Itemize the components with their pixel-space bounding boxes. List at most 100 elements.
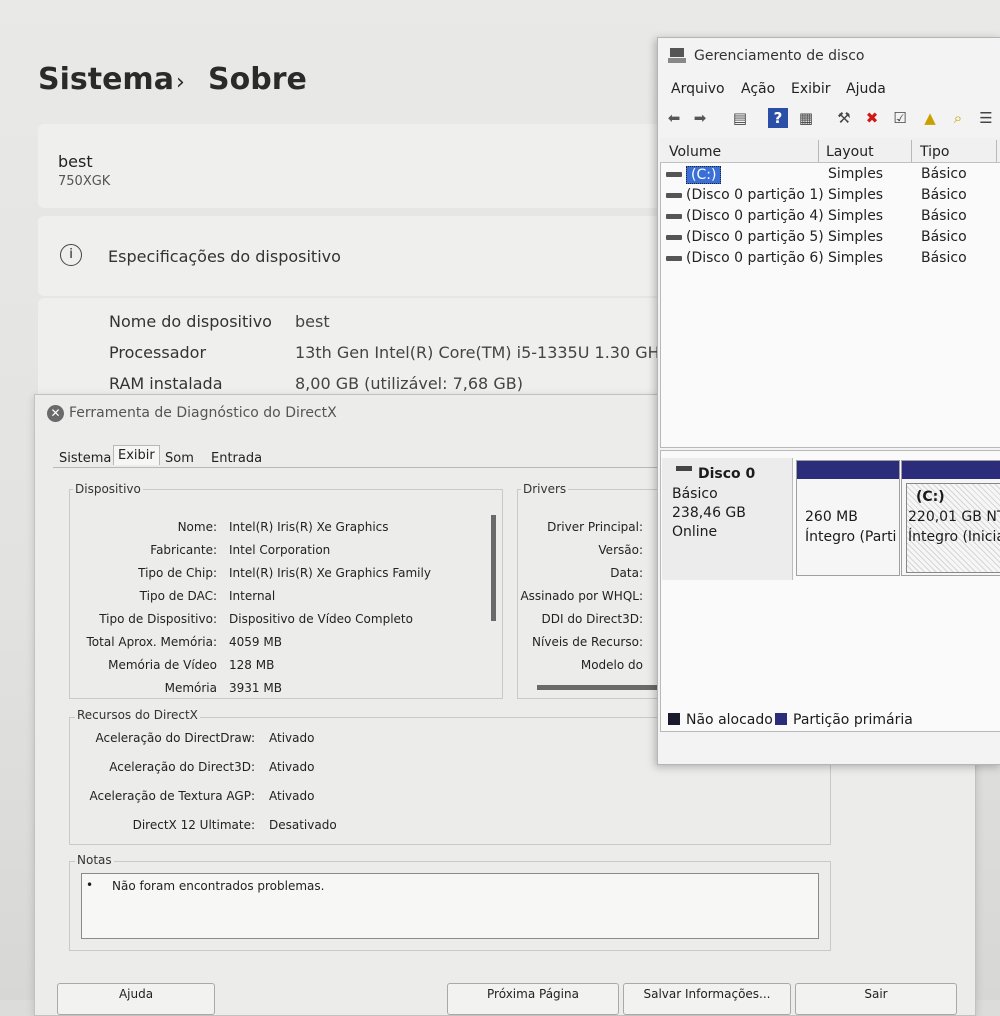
tab-entrada[interactable]: Entrada <box>207 449 266 468</box>
menu-arquivo[interactable]: Arquivo <box>671 81 725 97</box>
device-name-card: best 750XGK <box>38 124 678 208</box>
disk-type: Básico <box>672 486 718 502</box>
volume-name: (Disco 0 partição 5) <box>686 229 824 245</box>
menu-ajuda[interactable]: Ajuda <box>846 81 886 97</box>
partition-size: 220,01 GB NTI <box>908 509 1000 525</box>
volume-row[interactable]: (Disco 0 partição 1) Simples Básico <box>664 187 1000 207</box>
partition-block-c[interactable]: (C:) 220,01 GB NTI Íntegro (Inicial <box>901 460 1000 576</box>
search-folder-icon[interactable]: ⌕ <box>948 108 968 128</box>
page-title: Sobre <box>208 62 307 97</box>
directx-icon: ✕ <box>47 405 64 422</box>
feature-value: Ativado <box>269 731 315 745</box>
drive-icon <box>666 172 682 177</box>
partition-status: Íntegro (Inicial <box>908 529 1000 545</box>
partition-label: (C:) <box>916 489 945 505</box>
menu-acao[interactable]: Ação <box>741 81 775 97</box>
spec-label: RAM instalada <box>109 374 223 393</box>
volume-name: (Disco 0 partição 6) <box>686 250 824 266</box>
drive-icon <box>666 235 682 240</box>
drive-icon <box>666 214 682 219</box>
disk-name: Disco 0 <box>698 466 756 482</box>
volume-type: Básico <box>921 187 967 203</box>
info-icon: i <box>60 244 82 266</box>
disk-size: 238,46 GB <box>672 505 746 521</box>
device-value: Dispositivo de Vídeo Completo <box>229 612 413 626</box>
column-tipo[interactable]: Tipo <box>920 144 949 160</box>
spec-label: Nome do dispositivo <box>109 312 272 331</box>
drive-icon <box>666 193 682 198</box>
legend-unallocated-swatch <box>668 713 680 725</box>
notes-title: Notas <box>75 853 114 867</box>
driver-label: Driver Principal: <box>547 520 643 534</box>
spec-label: Processador <box>109 343 207 362</box>
feature-value: Desativado <box>269 818 337 832</box>
properties-icon[interactable]: ▤ <box>730 108 750 128</box>
disk-icon <box>676 466 692 471</box>
partition-size: 260 MB <box>805 509 858 525</box>
save-info-button[interactable]: Salvar Informações... <box>623 983 791 1015</box>
column-layout[interactable]: Layout <box>826 144 874 160</box>
partition-block[interactable]: 260 MB Íntegro (Parti <box>796 460 900 576</box>
feature-value: Ativado <box>269 760 315 774</box>
spec-value: best <box>295 312 330 331</box>
drivers-group-title: Drivers <box>521 482 569 496</box>
device-label: Fabricante: <box>150 543 217 557</box>
window-title: Ferramenta de Diagnóstico do DirectX <box>69 405 337 421</box>
device-value: 4059 MB <box>229 635 282 649</box>
legend-primary-label: Partição primária <box>793 712 913 728</box>
volume-row[interactable]: (Disco 0 partição 4) Simples Básico <box>664 208 1000 228</box>
column-divider[interactable] <box>818 140 819 162</box>
volume-layout: Simples <box>828 166 884 182</box>
delete-icon[interactable]: ✖ <box>862 108 882 128</box>
disk-management-icon <box>668 48 686 64</box>
volume-type: Básico <box>921 229 967 245</box>
breadcrumb-parent[interactable]: Sistema <box>38 62 174 97</box>
drive-icon <box>666 256 682 261</box>
volume-row[interactable]: (Disco 0 partição 5) Simples Básico <box>664 229 1000 249</box>
menu-exibir[interactable]: Exibir <box>791 81 831 97</box>
volume-layout: Simples <box>828 229 884 245</box>
breadcrumb-separator: › <box>176 70 185 95</box>
column-volume[interactable]: Volume <box>669 144 721 160</box>
driver-label: DDI do Direct3D: <box>541 612 643 626</box>
volume-name: (C:) <box>686 166 722 184</box>
disk-0-info[interactable]: Disco 0 Básico 238,46 GB Online <box>662 458 793 580</box>
view-icon[interactable]: ▦ <box>796 108 816 128</box>
drivers-scrollbar[interactable] <box>537 685 667 690</box>
help-icon[interactable]: ? <box>768 108 788 128</box>
device-value: Internal <box>229 589 276 603</box>
notes-textbox[interactable]: • Não foram encontrados problemas. <box>81 873 819 939</box>
column-divider[interactable] <box>996 140 997 162</box>
device-label: Memória de Vídeo <box>108 658 217 672</box>
device-model: 750XGK <box>58 174 111 189</box>
back-arrow-icon[interactable]: ⬅ <box>664 108 684 128</box>
connect-icon[interactable]: ⚒ <box>834 108 854 128</box>
next-page-button[interactable]: Próxima Página <box>447 983 619 1015</box>
tab-som[interactable]: Som <box>161 449 198 468</box>
folder-up-icon[interactable]: ▲ <box>920 108 940 128</box>
spec-value: 13th Gen Intel(R) Core(TM) i5-1335U 1.30… <box>295 343 669 362</box>
column-divider[interactable] <box>911 140 912 162</box>
device-specs-header[interactable]: i Especificações do dispositivo <box>38 216 678 296</box>
device-label: Tipo de Dispositivo: <box>99 612 217 626</box>
list-icon[interactable]: ☰ <box>976 108 996 128</box>
driver-label: Assinado por WHQL: <box>520 589 643 603</box>
legend-unallocated-label: Não alocado <box>686 712 773 728</box>
checklist-icon[interactable]: ☑ <box>890 108 910 128</box>
feature-label: Aceleração de Textura AGP: <box>89 789 255 803</box>
tab-sistema[interactable]: Sistema <box>55 449 115 468</box>
tab-exibir[interactable]: Exibir <box>113 445 160 465</box>
help-button[interactable]: Ajuda <box>57 983 215 1015</box>
volume-row[interactable]: (Disco 0 partição 6) Simples Básico <box>664 250 1000 270</box>
forward-arrow-icon[interactable]: ➡ <box>690 108 710 128</box>
driver-label: Data: <box>610 566 643 580</box>
exit-button[interactable]: Sair <box>795 983 957 1015</box>
driver-label: Versão: <box>598 543 643 557</box>
device-name: best <box>58 152 93 171</box>
legend-primary-swatch <box>775 713 787 725</box>
partition-header <box>902 461 1000 479</box>
device-value: Intel(R) Iris(R) Xe Graphics <box>229 520 389 534</box>
device-label: Nome: <box>177 520 217 534</box>
volume-row[interactable]: (C:) Simples Básico <box>664 166 1000 186</box>
volume-name: (Disco 0 partição 1) <box>686 187 824 203</box>
